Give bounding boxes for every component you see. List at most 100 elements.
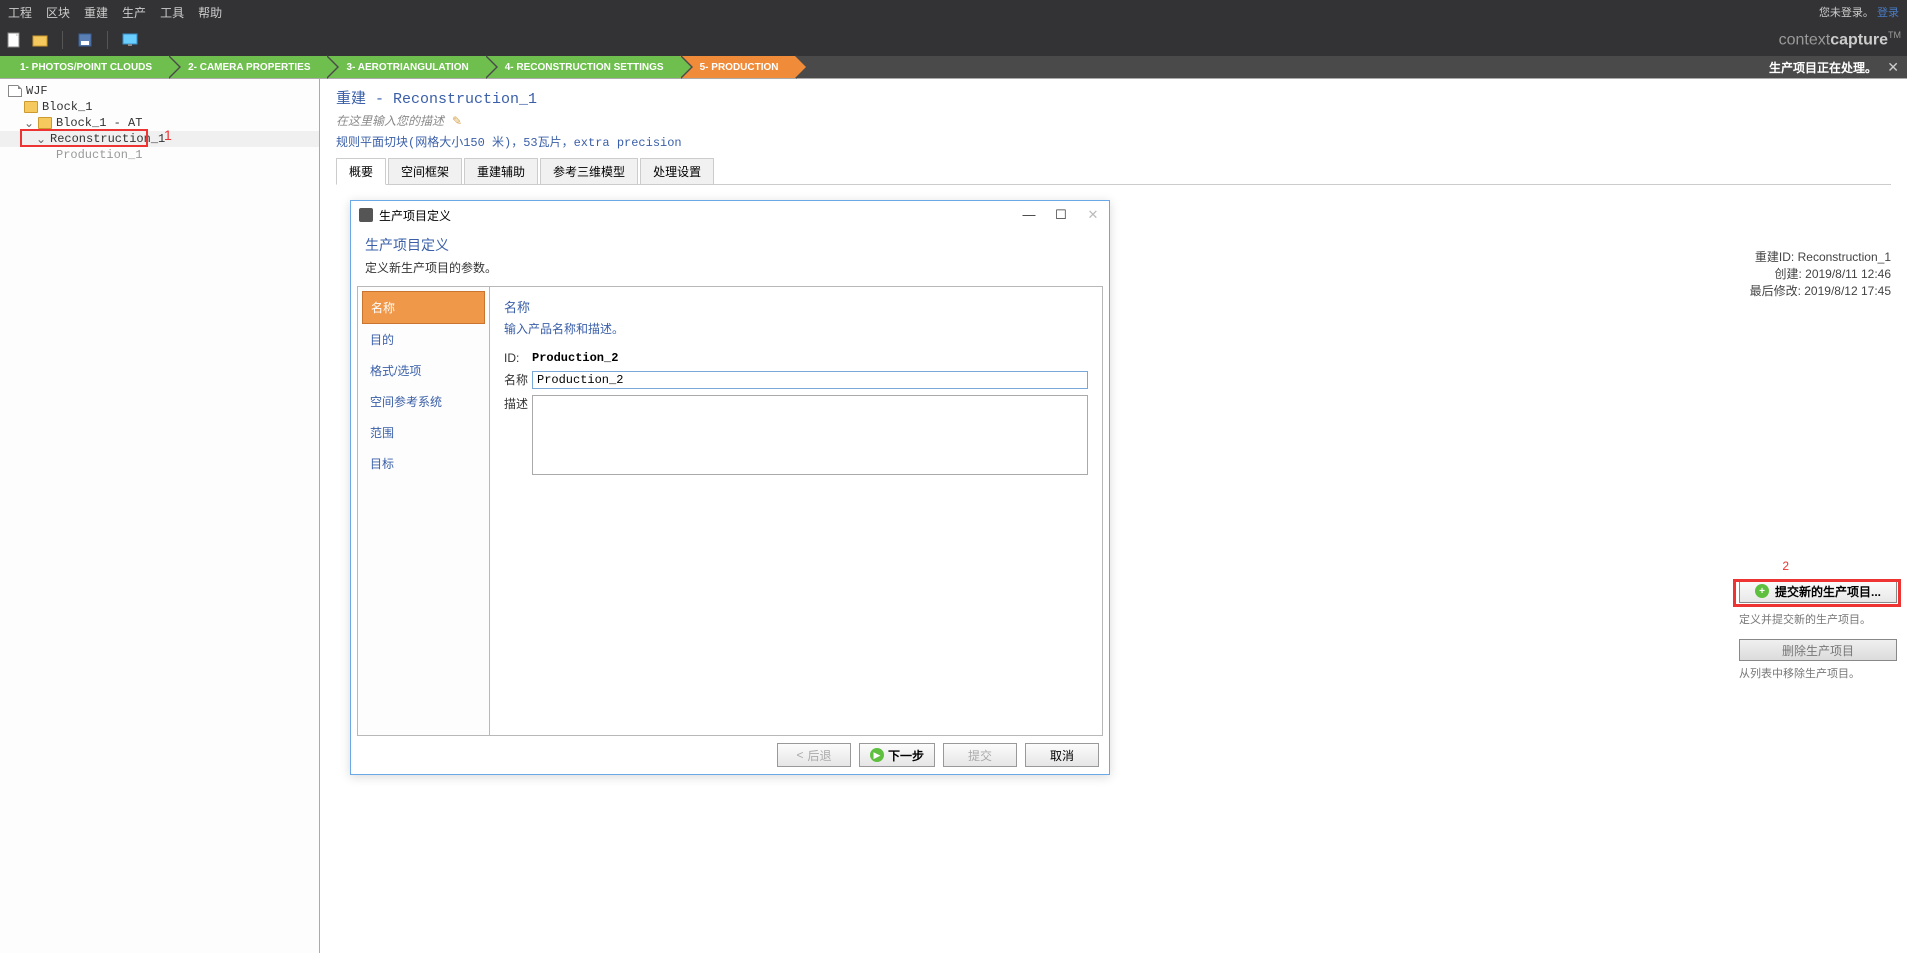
dialog-main-title: 名称 (504, 297, 1088, 316)
chevron-down-icon[interactable]: ⌄ (24, 116, 34, 130)
edit-pencil-icon[interactable]: ✎ (452, 114, 462, 128)
tree-block-at[interactable]: ⌄ Block_1 - AT (0, 115, 319, 131)
delete-production-subtext: 从列表中移除生产项目。 (1739, 665, 1899, 681)
new-file-icon[interactable] (6, 32, 22, 48)
side-item-srs[interactable]: 空间参考系统 (362, 386, 485, 417)
arrow-left-icon: < (796, 748, 803, 762)
maximize-icon[interactable]: ☐ (1053, 207, 1069, 223)
annotation-box-2 (1733, 579, 1901, 607)
brand-logo: contextcaptureTM (1779, 30, 1901, 49)
id-value: Production_2 (532, 351, 618, 365)
back-label: 后退 (807, 747, 831, 764)
reconstruction-info: 重建ID: Reconstruction_1 创建: 2019/8/11 12:… (1750, 249, 1891, 299)
submit-button[interactable]: 提交 (943, 743, 1017, 767)
cancel-button[interactable]: 取消 (1025, 743, 1099, 767)
step-photos[interactable]: 1- PHOTOS/POINT CLOUDS (0, 56, 168, 78)
content-description: 在这里输入您的描述 (336, 112, 444, 129)
info-modified-label: 最后修改: (1750, 284, 1801, 298)
brand-prefix: context (1779, 32, 1831, 49)
menu-help[interactable]: 帮助 (198, 4, 222, 21)
dialog-body: 名称 目的 格式/选项 空间参考系统 范围 目标 名称 输入产品名称和描述。 I… (357, 286, 1103, 736)
menu-production[interactable]: 生产 (122, 4, 146, 21)
project-tree: WJF Block_1 ⌄ Block_1 - AT ⌄ Reconstruct… (0, 79, 320, 953)
tree-root-label: WJF (26, 84, 48, 98)
tree-root[interactable]: WJF (0, 83, 319, 99)
info-id-label: 重建ID: (1755, 250, 1794, 264)
tree-production-label: Production_1 (56, 148, 142, 162)
tab-settings[interactable]: 处理设置 (640, 158, 714, 184)
dialog-icon (359, 208, 373, 222)
side-item-format[interactable]: 格式/选项 (362, 355, 485, 386)
tree-block-label: Block_1 (42, 100, 92, 114)
info-created-value: 2019/8/11 12:46 (1805, 267, 1891, 281)
tree-block[interactable]: Block_1 (0, 99, 319, 115)
side-item-target[interactable]: 目标 (362, 448, 485, 479)
project-icon (8, 85, 22, 97)
dialog-title: 生产项目定义 (365, 235, 1095, 255)
name-input[interactable] (532, 371, 1088, 389)
next-button[interactable]: ▶ 下一步 (859, 743, 935, 767)
dialog-titlebar[interactable]: 生产项目定义 — ☐ ✕ (351, 201, 1109, 229)
save-icon[interactable] (77, 32, 93, 48)
step-aero[interactable]: 3- AEROTRIANGULATION (326, 56, 484, 78)
content-subtitle: 规则平面切块(网格大小150 米)，53瓦片，extra precision (336, 133, 1891, 150)
login-status: 您未登录。 登录 (1819, 4, 1899, 20)
step-camera[interactable]: 2- CAMERA PROPERTIES (168, 56, 326, 78)
submit-new-subtext: 定义并提交新的生产项目。 (1739, 611, 1899, 627)
tab-overview[interactable]: 概要 (336, 158, 386, 185)
folder-icon (24, 101, 38, 113)
toolbar: contextcaptureTM (0, 24, 1907, 56)
tab-refmodel[interactable]: 参考三维模型 (540, 158, 638, 184)
form-row-id: ID: Production_2 (504, 351, 1088, 365)
tree-reconstruction-label: Reconstruction_1 (50, 132, 165, 146)
folder-icon (38, 117, 52, 129)
menu-tools[interactable]: 工具 (160, 4, 184, 21)
back-button[interactable]: < 后退 (777, 743, 851, 767)
content-title: 重建 - Reconstruction_1 (336, 87, 1891, 108)
minimize-icon[interactable]: — (1021, 207, 1037, 223)
tree-block-at-label: Block_1 - AT (56, 116, 142, 130)
production-definition-dialog: 生产项目定义 — ☐ ✕ 生产项目定义 定义新生产项目的参数。 名称 目的 格式… (350, 200, 1110, 775)
annotation-label-1: 1 (164, 127, 172, 143)
content-tabs: 概要 空间框架 重建辅助 参考三维模型 处理设置 (336, 158, 1891, 185)
form-row-name: 名称 (504, 371, 1088, 389)
side-item-extent[interactable]: 范围 (362, 417, 485, 448)
form-row-desc: 描述 (504, 395, 1088, 475)
close-icon[interactable]: ✕ (1085, 207, 1101, 223)
login-prefix: 您未登录。 (1819, 7, 1874, 19)
production-actions: 2 + 提交新的生产项目... 定义并提交新的生产项目。 删除生产项目 从列表中… (1739, 579, 1899, 693)
dialog-main: 名称 输入产品名称和描述。 ID: Production_2 名称 描述 (490, 287, 1102, 735)
tab-spatial[interactable]: 空间框架 (388, 158, 462, 184)
step-production[interactable]: 5- PRODUCTION (680, 56, 795, 78)
tree-production[interactable]: Production_1 (0, 147, 319, 163)
toolbar-separator (62, 31, 63, 49)
menu-rebuild[interactable]: 重建 (84, 4, 108, 21)
login-link[interactable]: 登录 (1877, 7, 1899, 19)
info-created-label: 创建: (1774, 267, 1801, 281)
id-label: ID: (504, 351, 532, 365)
menu-block[interactable]: 区块 (46, 4, 70, 21)
open-folder-icon[interactable] (32, 32, 48, 48)
stepbar-close-icon[interactable]: ✕ (1887, 59, 1899, 76)
dialog-subtitle: 定义新生产项目的参数。 (365, 259, 1095, 276)
side-item-name[interactable]: 名称 (362, 291, 485, 324)
dialog-footer: < 后退 ▶ 下一步 提交 取消 (351, 736, 1109, 774)
info-id-value: Reconstruction_1 (1798, 250, 1891, 264)
delete-production-button[interactable]: 删除生产项目 (1739, 639, 1897, 661)
next-label: 下一步 (888, 747, 924, 764)
desc-label: 描述 (504, 395, 532, 412)
info-modified-value: 2019/8/12 17:45 (1804, 284, 1891, 298)
dialog-side-nav: 名称 目的 格式/选项 空间参考系统 范围 目标 (358, 287, 490, 735)
step-reconstruction[interactable]: 4- RECONSTRUCTION SETTINGS (485, 56, 680, 78)
menu-items: 工程 区块 重建 生产 工具 帮助 (8, 4, 222, 21)
dialog-window-title: 生产项目定义 (379, 207, 451, 224)
side-item-purpose[interactable]: 目的 (362, 324, 485, 355)
tree-reconstruction[interactable]: ⌄ Reconstruction_1 (0, 131, 319, 147)
desc-textarea[interactable] (532, 395, 1088, 475)
tab-assist[interactable]: 重建辅助 (464, 158, 538, 184)
brand-tm: TM (1888, 30, 1901, 40)
chevron-down-icon[interactable]: ⌄ (36, 132, 46, 146)
menu-project[interactable]: 工程 (8, 4, 32, 21)
arrow-right-circle-icon: ▶ (870, 748, 884, 762)
monitor-icon[interactable] (122, 32, 138, 48)
